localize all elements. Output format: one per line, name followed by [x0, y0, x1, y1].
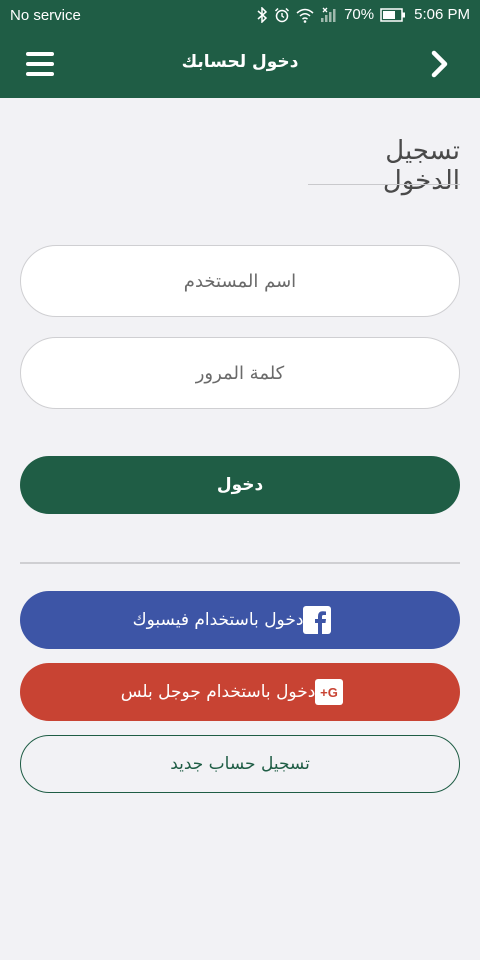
google-login-label: دخول باستخدام جوجل بلس — [120, 682, 316, 702]
app-bar: دخول لحسابك — [0, 32, 480, 98]
wifi-icon — [296, 8, 314, 23]
register-button[interactable]: تسجيل حساب جديد — [20, 735, 460, 793]
password-input[interactable] — [20, 337, 460, 409]
svg-text:G+: G+ — [320, 685, 338, 700]
login-button[interactable]: دخول — [20, 456, 460, 514]
signal-icon — [321, 7, 336, 22]
google-plus-icon: G+ — [315, 679, 344, 705]
carrier-text: No service — [10, 7, 81, 24]
facebook-icon — [303, 606, 332, 634]
section-title: تسجيل الدخول — [382, 136, 460, 196]
divider — [20, 562, 460, 564]
google-login-button[interactable]: G+ دخول باستخدام جوجل بلس — [20, 663, 460, 721]
clock-time: 5:06 PM — [414, 6, 470, 23]
status-bar: No service 70% 5:06 PM — [0, 0, 480, 32]
section-underline — [308, 184, 460, 185]
facebook-login-button[interactable]: دخول باستخدام فيسبوك — [20, 591, 460, 649]
battery-icon — [380, 7, 406, 22]
alarm-icon — [275, 7, 290, 22]
register-button-label: تسجيل حساب جديد — [170, 754, 310, 774]
chevron-right-icon[interactable] — [428, 50, 452, 78]
battery-percent: 70% — [344, 6, 375, 23]
status-icons: 70% 5:06 PM — [256, 6, 470, 23]
login-button-label: دخول — [216, 475, 264, 495]
bluetooth-icon — [257, 6, 268, 23]
username-input[interactable] — [20, 245, 460, 317]
page-title: دخول لحسابك — [181, 52, 299, 72]
facebook-login-label: دخول باستخدام فيسبوك — [132, 610, 304, 630]
